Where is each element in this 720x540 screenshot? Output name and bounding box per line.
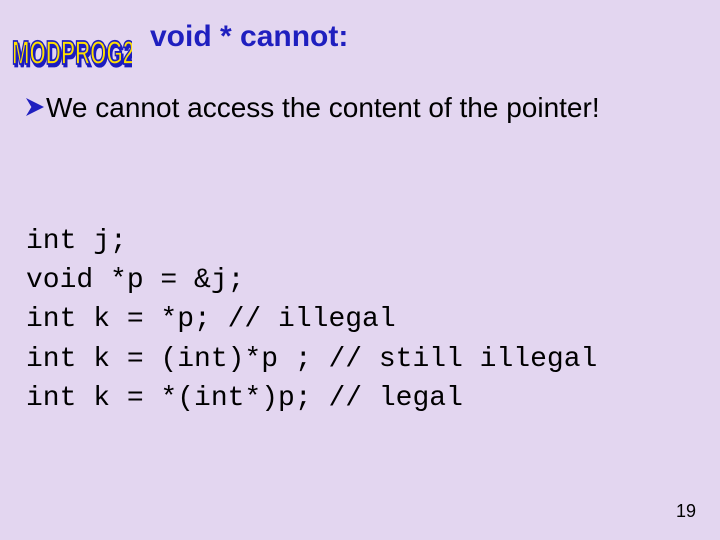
slide-title: void * cannot: [150,20,348,54]
bullet-text: We cannot access the content of the poin… [46,90,600,125]
slide: MODPROG2 void * cannot: We cannot access… [0,0,720,540]
page-number: 19 [676,501,696,522]
bullet-item: We cannot access the content of the poin… [26,90,694,125]
bullet-icon [26,98,44,116]
slide-body: We cannot access the content of the poin… [26,90,694,125]
code-block: int j; void *p = &j; int k = *p; // ille… [26,222,694,418]
svg-text:MODPROG2: MODPROG2 [12,34,132,68]
logo-modprog2: MODPROG2 [12,16,132,68]
